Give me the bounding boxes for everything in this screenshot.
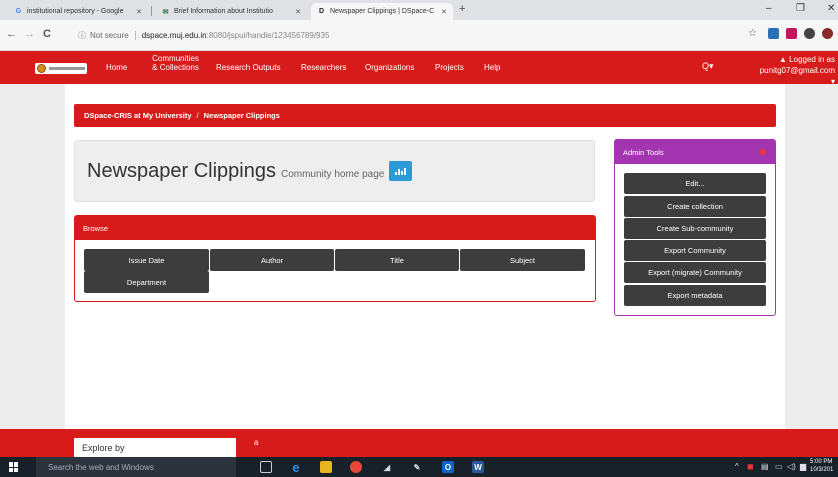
tab-label: Newspaper Clippings | DSpace-C bbox=[330, 8, 435, 15]
word-icon[interactable]: W bbox=[472, 461, 484, 473]
tray-chevron-icon[interactable]: ^ bbox=[735, 462, 739, 471]
back-button[interactable]: ← bbox=[6, 28, 17, 40]
task-view-icon[interactable] bbox=[260, 461, 272, 473]
browse-issue-date-button[interactable]: Issue Date bbox=[84, 249, 209, 271]
admin-tools-panel: Admin Tools Edit... Create collection Cr… bbox=[614, 139, 776, 316]
nav-home[interactable]: Home bbox=[106, 63, 127, 72]
nav-help[interactable]: Help bbox=[484, 63, 500, 72]
tab-newspaper-clippings[interactable]: D Newspaper Clippings | DSpace-C ✕ bbox=[311, 3, 453, 20]
volume-icon[interactable]: ◁) bbox=[787, 462, 796, 471]
extension-icon[interactable] bbox=[786, 28, 797, 39]
network-icon[interactable]: ▤ bbox=[761, 462, 769, 471]
bar-chart-icon bbox=[395, 172, 398, 175]
tab-brief-information[interactable]: ✉ Brief Information about Institutio ✕ bbox=[155, 3, 307, 20]
browse-title-button[interactable]: Title bbox=[335, 249, 459, 271]
clock-date: 10/3/201 bbox=[810, 467, 834, 473]
browse-subject-button[interactable]: Subject bbox=[460, 249, 585, 271]
window-close-button[interactable]: ✕ bbox=[827, 3, 835, 14]
tab-label: institutional repository - Google bbox=[27, 8, 124, 15]
browse-header: Browse bbox=[75, 216, 595, 240]
not-secure-label: Not secure bbox=[90, 30, 136, 40]
breadcrumb-root-link[interactable]: DSpace-CRIS at My University bbox=[84, 111, 192, 120]
close-icon[interactable]: ✕ bbox=[291, 8, 301, 16]
new-tab-button[interactable]: + bbox=[459, 3, 465, 15]
maximize-button[interactable]: ❐ bbox=[796, 3, 805, 14]
breadcrumb-current: Newspaper Clippings bbox=[203, 111, 280, 120]
nav-organizations[interactable]: Organizations bbox=[365, 63, 414, 72]
logo-text bbox=[49, 67, 85, 70]
close-icon[interactable]: ✕ bbox=[132, 8, 142, 16]
info-icon[interactable]: ⓘ bbox=[78, 30, 86, 41]
statistics-button[interactable] bbox=[389, 161, 413, 181]
university-seal-icon bbox=[37, 64, 46, 73]
university-logo[interactable] bbox=[35, 63, 87, 74]
tab-google-search[interactable]: G institutional repository - Google ✕ bbox=[8, 3, 148, 20]
bookmark-star-icon[interactable]: ☆ bbox=[748, 28, 757, 39]
signal-icon[interactable]: ◢ bbox=[381, 461, 393, 473]
community-header: Newspaper Clippings Community home page bbox=[74, 140, 595, 202]
breadcrumb: DSpace-CRIS at My University / Newspaper… bbox=[74, 104, 776, 127]
nav-research-outputs[interactable]: Research Outputs bbox=[216, 63, 280, 72]
browser-tab-strip: G institutional repository - Google ✕ ✉ … bbox=[0, 0, 838, 20]
url-path: :8080/jspui/handle/123456789/935 bbox=[206, 30, 330, 40]
login-status: Logged in as bbox=[789, 55, 835, 64]
taskbar-clock[interactable]: 5:00 PM 10/3/201 bbox=[810, 458, 833, 474]
url-input[interactable]: ⓘ Not secure dspace.muj.edu.in :8080/jsp… bbox=[78, 26, 738, 44]
breadcrumb-separator: / bbox=[196, 111, 199, 120]
nav-communities-collections[interactable]: Communities & Collections bbox=[148, 54, 203, 72]
taskbar-search-input[interactable]: Search the web and Windows bbox=[36, 457, 236, 477]
tray-app-icon[interactable]: ◼ bbox=[747, 462, 754, 471]
browse-department-button[interactable]: Department bbox=[84, 271, 209, 293]
explore-by-heading: Explore by bbox=[74, 438, 236, 457]
footer-link[interactable]: a bbox=[254, 438, 258, 447]
google-icon: G bbox=[15, 8, 22, 15]
site-navbar: Home Communities & Collections Research … bbox=[0, 51, 838, 87]
minimize-button[interactable]: – bbox=[766, 3, 772, 14]
dspace-icon: D bbox=[318, 8, 325, 15]
battery-icon[interactable]: ▭ bbox=[775, 462, 783, 471]
clock-time: 5:00 PM bbox=[810, 459, 833, 465]
page-subtitle: Community home page bbox=[280, 168, 385, 180]
create-sub-community-button[interactable]: Create Sub-community bbox=[624, 218, 766, 239]
address-bar-row: ← → C ⓘ Not secure dspace.muj.edu.in :80… bbox=[0, 20, 838, 51]
page-title: Newspaper Clippings bbox=[87, 159, 276, 182]
extension-icon[interactable] bbox=[804, 28, 815, 39]
url-host: dspace.muj.edu.in bbox=[141, 30, 207, 40]
pen-icon[interactable]: ✎ bbox=[411, 461, 423, 473]
edge-icon[interactable]: e bbox=[290, 460, 302, 475]
tab-separator bbox=[151, 6, 152, 16]
file-explorer-icon[interactable] bbox=[320, 461, 332, 473]
outlook-icon[interactable]: O bbox=[442, 461, 454, 473]
export-metadata-button[interactable]: Export metadata bbox=[624, 285, 766, 306]
mail-icon: ✉ bbox=[162, 8, 169, 16]
extension-icon[interactable] bbox=[768, 28, 779, 39]
reload-button[interactable]: C bbox=[43, 28, 51, 40]
admin-tools-title: Admin Tools bbox=[623, 147, 664, 157]
export-community-button[interactable]: Export Community bbox=[624, 240, 766, 261]
forward-button[interactable]: → bbox=[24, 28, 35, 40]
windows-start-icon[interactable] bbox=[9, 462, 19, 472]
profile-avatar[interactable] bbox=[822, 28, 833, 39]
collapse-icon[interactable] bbox=[760, 149, 766, 155]
chrome-icon[interactable] bbox=[350, 461, 362, 473]
browse-author-button[interactable]: Author bbox=[210, 249, 334, 271]
search-icon[interactable]: Q▾ bbox=[702, 61, 714, 72]
nav-projects[interactable]: Projects bbox=[435, 63, 464, 72]
edit-button[interactable]: Edit... bbox=[624, 173, 766, 194]
notifications-icon[interactable]: ▆ bbox=[800, 462, 806, 471]
admin-tools-header: Admin Tools bbox=[615, 140, 775, 164]
tab-label: Brief Information about Institutio bbox=[174, 8, 273, 15]
nav-researchers[interactable]: Researchers bbox=[301, 63, 346, 72]
login-menu[interactable]: ▲ Logged in as punitg07@gmail.com ▾ bbox=[759, 54, 835, 87]
close-icon[interactable]: ✕ bbox=[437, 8, 447, 16]
create-collection-button[interactable]: Create collection bbox=[624, 196, 766, 217]
export-migrate-community-button[interactable]: Export (migrate) Community bbox=[624, 262, 766, 283]
user-icon: ▲ bbox=[779, 55, 787, 64]
